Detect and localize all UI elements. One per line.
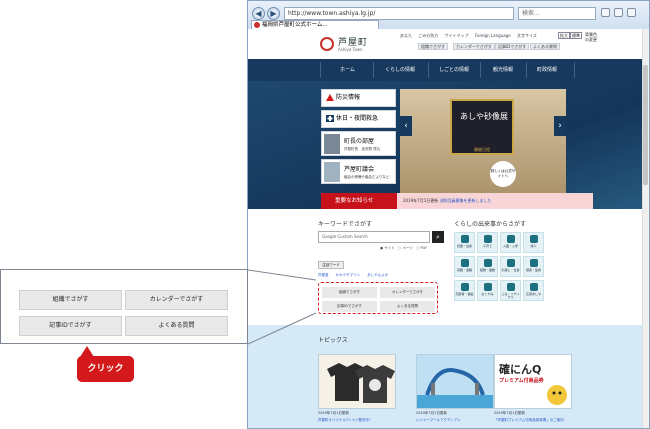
zoom-callout: 組織でさがす カレンダーでさがす 記事IDでさがす よくある質問 [0, 269, 248, 344]
callout-calendar-button[interactable]: カレンダーでさがす [125, 290, 228, 310]
callout-faq-button[interactable]: よくある質問 [125, 316, 228, 336]
screenshot: { "browser":{ "address":"http://www.town… [0, 0, 650, 429]
callout-article-id-button[interactable]: 記事IDでさがす [19, 316, 122, 336]
click-label: クリック [77, 356, 134, 382]
callout-org-button[interactable]: 組織でさがす [19, 290, 122, 310]
